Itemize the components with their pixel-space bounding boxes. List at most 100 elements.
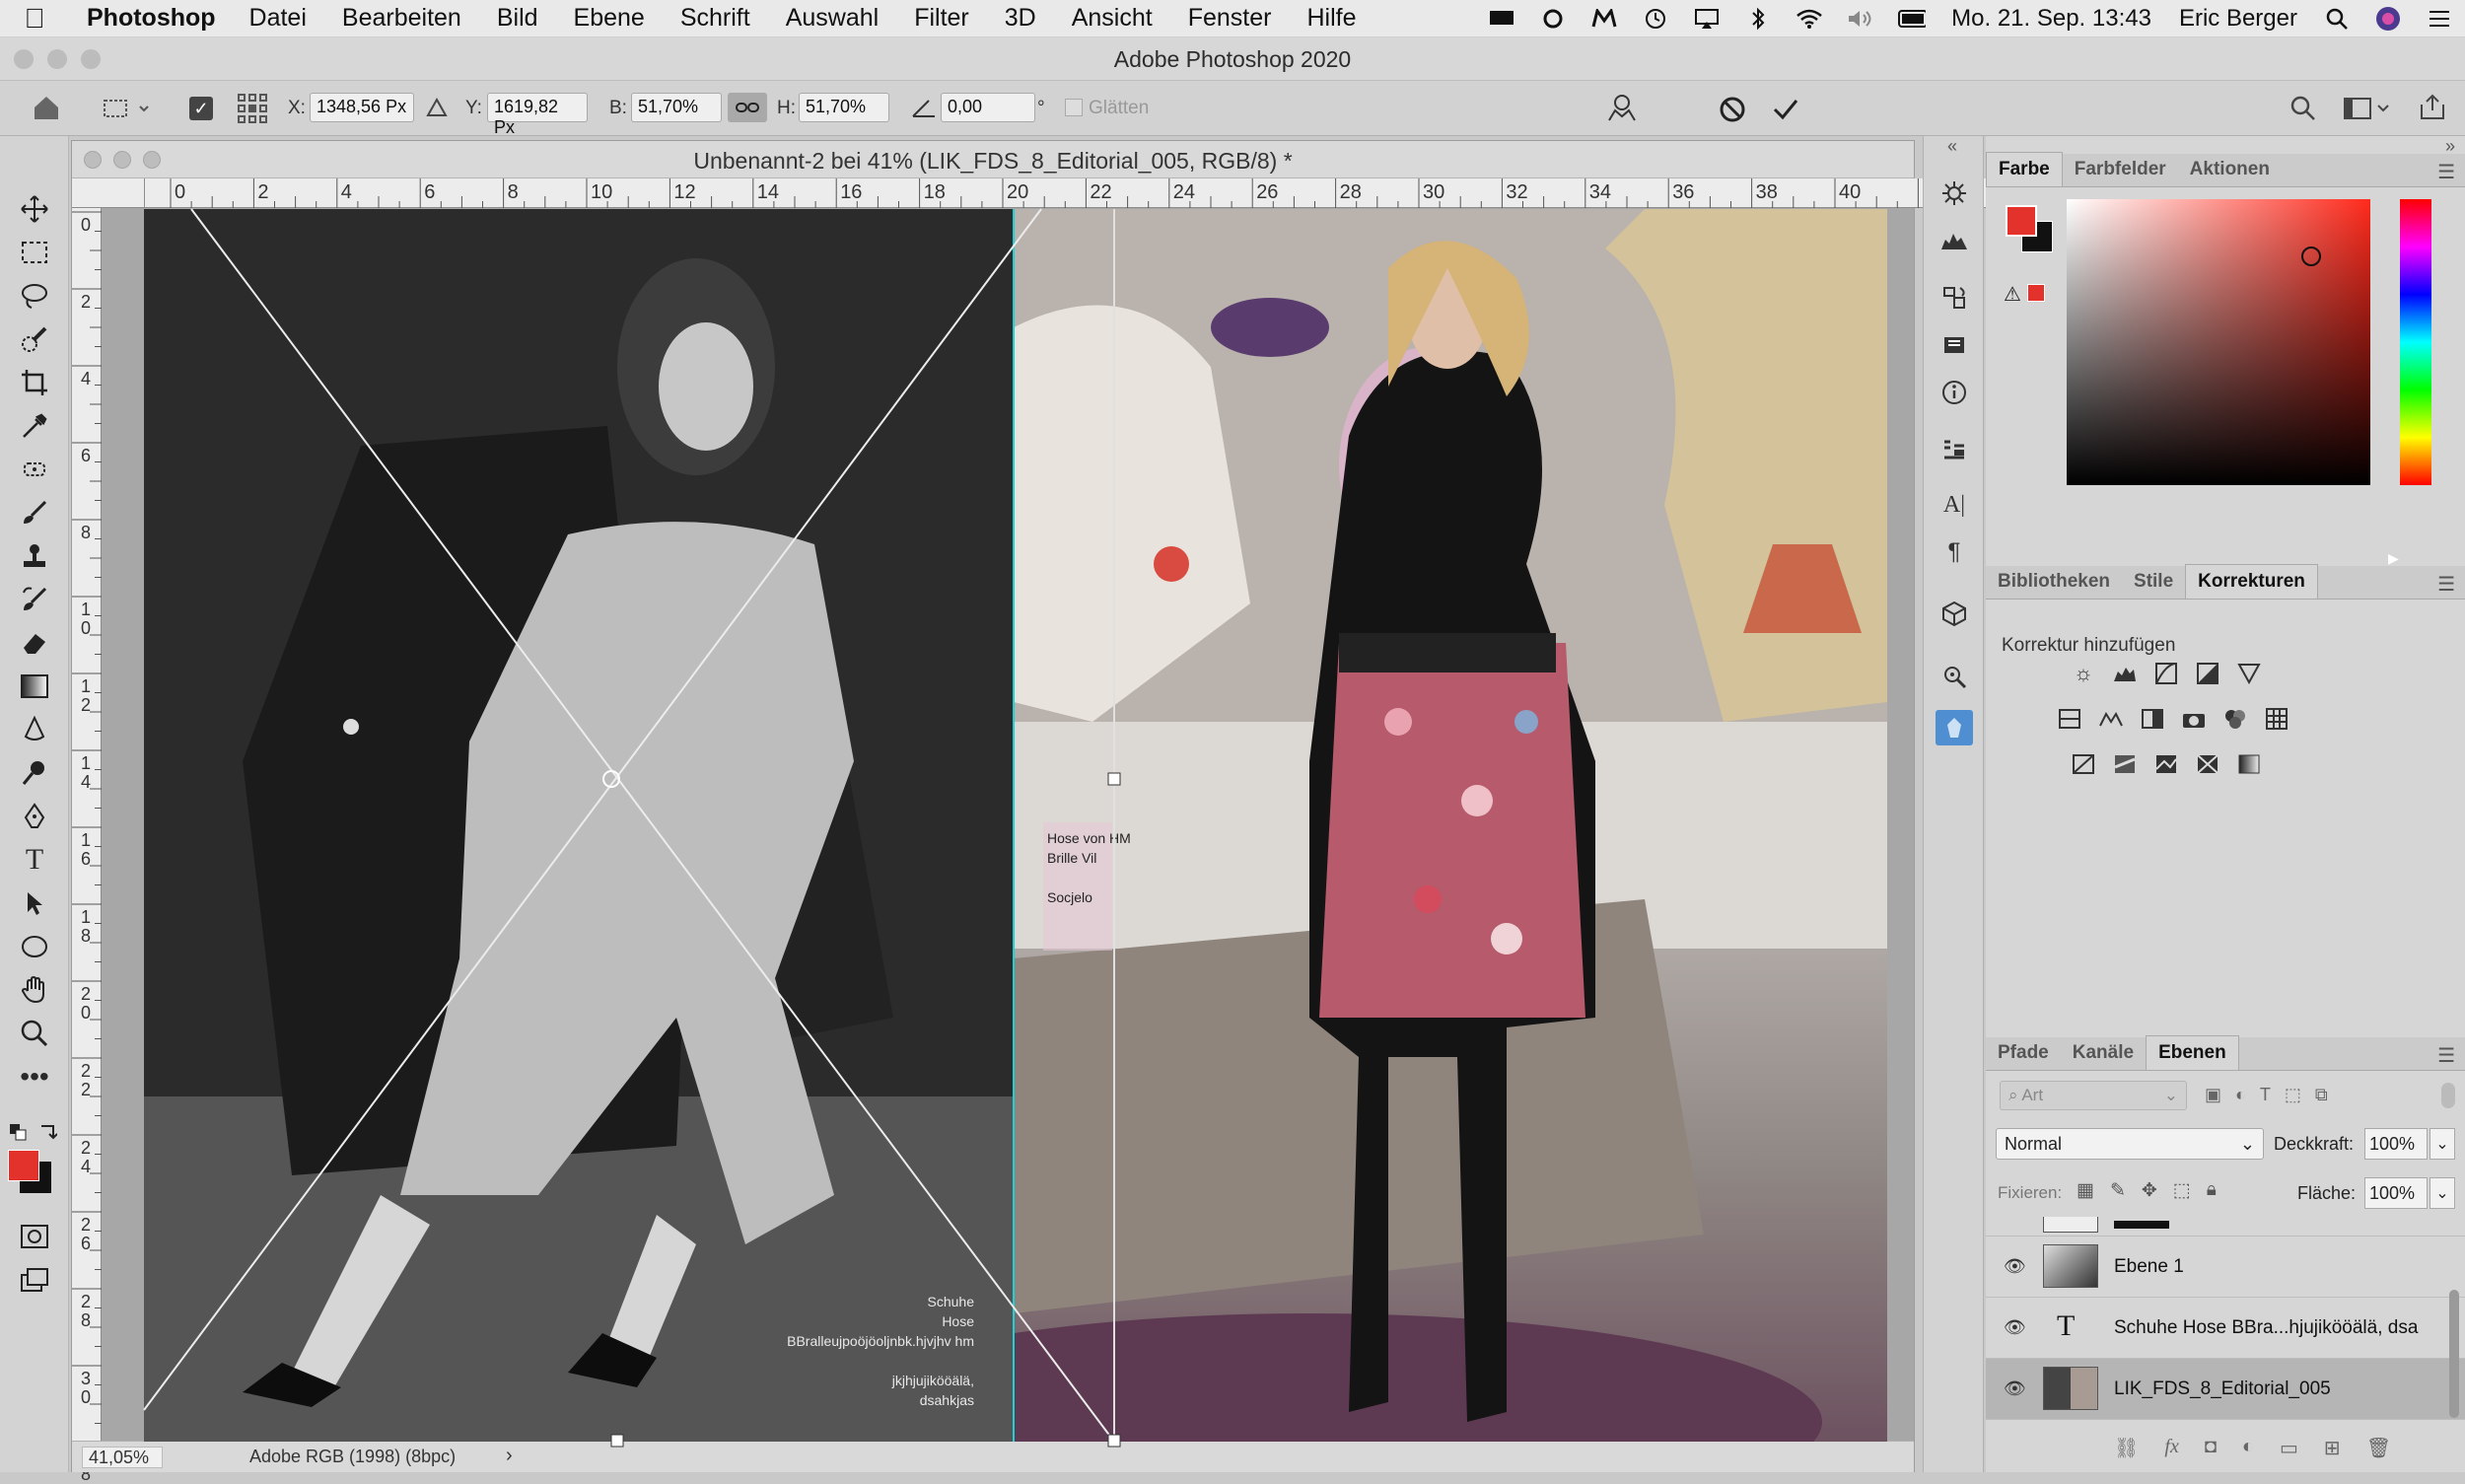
type-tool-icon[interactable]: T [14, 842, 55, 878]
layer-row-partial[interactable] [1986, 1217, 2465, 1237]
lock-artboard-icon[interactable]: ⬚ [2173, 1179, 2191, 1202]
filter-toggle[interactable] [2441, 1083, 2455, 1108]
menu-auswahl[interactable]: Auswahl [768, 4, 897, 33]
eyedropper-tool-icon[interactable] [14, 408, 55, 444]
link-proportions-icon[interactable] [728, 93, 767, 122]
filter-smart-object-icon[interactable]: ⧉ [2315, 1085, 2328, 1105]
siri-icon[interactable] [2374, 7, 2402, 31]
fg-color-swatch[interactable] [2006, 205, 2037, 237]
panel-menu-icon[interactable]: ☰ [2437, 1043, 2455, 1068]
bluetooth-icon[interactable] [1744, 7, 1772, 31]
crop-tool-icon[interactable] [14, 365, 55, 400]
brightness-contrast-icon[interactable]: ☼ [2069, 659, 2098, 688]
exposure-icon[interactable] [2193, 659, 2222, 688]
history-brush-tool-icon[interactable] [14, 582, 55, 617]
quick-mask-icon[interactable] [14, 1219, 55, 1254]
tab-aktionen[interactable]: Aktionen [2178, 159, 2282, 186]
color-picker-cursor[interactable] [2301, 247, 2321, 266]
pen-tool-icon[interactable] [14, 799, 55, 834]
fx-icon[interactable]: fx [2164, 1436, 2178, 1460]
lock-all-icon[interactable]: 🔒︎ [2207, 1179, 2217, 1202]
layer-row[interactable]: 👁︎ T Schuhe Hose BBra...hjujikööälä, dsa [1986, 1298, 2465, 1359]
delta-icon[interactable] [426, 97, 448, 124]
color-lookup-icon[interactable] [2262, 704, 2291, 734]
tab-bibliotheken[interactable]: Bibliotheken [1986, 571, 2122, 599]
collapse-arrows-icon[interactable]: « [1947, 136, 1957, 157]
panel-menu-icon[interactable]: ☰ [2437, 160, 2455, 184]
width-field[interactable]: 51,70% [631, 93, 722, 122]
black-white-icon[interactable] [2138, 704, 2167, 734]
reference-point-checkbox[interactable]: ✓ [189, 97, 213, 120]
transform-tool-preset-icon[interactable] [101, 97, 150, 126]
status-menu-arrow-icon[interactable]: › [506, 1445, 513, 1467]
gamut-warning-icon[interactable]: ⚠ [2004, 282, 2021, 307]
caption-block-left[interactable]: Schuhe Hose BBralleujpoöjöoljnbk.hjvjhv … [787, 1292, 974, 1410]
levels-icon[interactable] [2110, 659, 2140, 688]
curves-icon[interactable] [2151, 659, 2181, 688]
blend-mode-select[interactable]: Normal ⌄ [1996, 1128, 2264, 1160]
hand-tool-icon[interactable] [14, 972, 55, 1008]
menu-datetime[interactable]: Mo. 21. Sep. 13:43 [1937, 5, 2165, 33]
libraries-panel-icon[interactable] [1936, 327, 1973, 363]
wifi-icon[interactable] [1796, 8, 1823, 30]
layer-row-selected[interactable]: 👁︎ LIK_FDS_8_Editorial_005 [1986, 1359, 2465, 1420]
vertical-ruler[interactable]: 02468101214161820222426283028 36 [72, 208, 102, 1484]
more-tools-icon[interactable]: ••• [14, 1059, 55, 1095]
ruler-origin[interactable] [72, 178, 145, 208]
tab-ebenen[interactable]: Ebenen [2146, 1035, 2239, 1070]
menu-ebene[interactable]: Ebene [556, 4, 663, 33]
new-adjustment-icon[interactable]: ◐ [2242, 1436, 2254, 1460]
filter-adjustment-icon[interactable]: ◐ [2235, 1085, 2246, 1105]
volume-icon[interactable] [1847, 8, 1874, 30]
menu-filter[interactable]: Filter [896, 4, 987, 33]
tab-korrekturen[interactable]: Korrekturen [2185, 564, 2318, 599]
3d-icon[interactable] [1936, 596, 1973, 631]
eraser-tool-icon[interactable] [14, 625, 55, 661]
puppet-warp-icon[interactable] [1605, 93, 1639, 130]
zoom-tool-icon[interactable] [14, 1016, 55, 1051]
layer-row[interactable]: 👁︎ Ebene 1 [1986, 1237, 2465, 1298]
opacity-dropdown-icon[interactable]: ⌄ [2430, 1128, 2455, 1160]
visibility-eye-icon[interactable]: 👁︎ [2004, 1256, 2026, 1277]
gradient-map-icon[interactable] [2234, 749, 2264, 779]
fill-dropdown-icon[interactable]: ⌄ [2430, 1177, 2455, 1209]
smooth-checkbox[interactable] [1065, 99, 1083, 116]
airplay-icon[interactable] [1693, 8, 1721, 30]
spotlight-search-icon[interactable] [2323, 8, 2351, 30]
layer-filter-select[interactable]: ⌕ Art ⌄ [2000, 1081, 2187, 1110]
new-group-icon[interactable]: ▭ [2280, 1436, 2298, 1460]
new-layer-icon[interactable]: ⊞ [2324, 1436, 2341, 1460]
angle-field[interactable]: 0,00 [941, 93, 1035, 122]
gamut-swatch[interactable] [2027, 284, 2045, 302]
menu-app[interactable]: Photoshop [69, 4, 232, 33]
spot-healing-tool-icon[interactable] [14, 452, 55, 487]
selective-color-icon[interactable] [2193, 749, 2222, 779]
y-position-field[interactable]: 1619,82 Px [487, 93, 588, 137]
lock-pixels-icon[interactable]: ✎ [2110, 1179, 2126, 1202]
hue-slider-handle-icon[interactable]: ▶ [2388, 550, 2399, 567]
height-field[interactable]: 51,70% [799, 93, 889, 122]
tab-pfade[interactable]: Pfade [1986, 1042, 2061, 1070]
apple-menu-icon[interactable]:  [0, 3, 69, 35]
search-icon[interactable] [2289, 95, 2317, 128]
channel-mixer-icon[interactable] [2220, 704, 2250, 734]
clone-stamp-tool-icon[interactable] [14, 538, 55, 574]
posterize-icon[interactable] [2110, 749, 2140, 779]
photo-left-bw[interactable]: Schuhe Hose BBralleujpoöjöoljnbk.hjvjhv … [144, 209, 1014, 1442]
menu-ansicht[interactable]: Ansicht [1054, 4, 1170, 33]
fill-field[interactable]: 100% [2364, 1177, 2428, 1209]
move-tool-icon[interactable] [14, 191, 55, 227]
marquee-tool-icon[interactable] [14, 235, 55, 270]
brush-settings-icon[interactable] [1936, 176, 1973, 211]
histogram-icon[interactable] [1936, 223, 1973, 258]
menu-schrift[interactable]: Schrift [663, 4, 768, 33]
hue-slider[interactable] [2400, 199, 2431, 485]
paragraph-icon[interactable]: ¶ [1936, 534, 1973, 570]
malwarebytes-icon[interactable] [1590, 8, 1618, 30]
commit-transform-icon[interactable] [1771, 95, 1800, 130]
lasso-tool-icon[interactable] [14, 278, 55, 314]
battery-icon[interactable] [1898, 8, 1927, 30]
invert-icon[interactable] [2069, 749, 2098, 779]
visibility-eye-icon[interactable]: 👁︎ [2004, 1317, 2026, 1338]
filter-type-icon[interactable]: T [2260, 1085, 2271, 1105]
